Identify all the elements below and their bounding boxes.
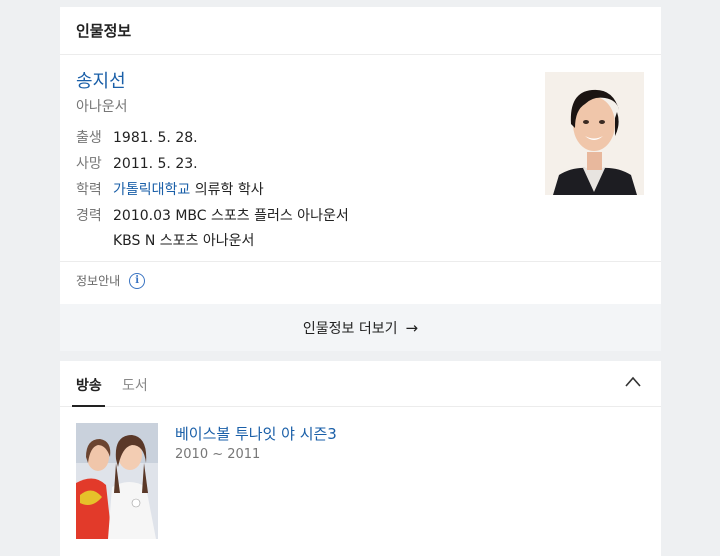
card-title: 인물정보 xyxy=(60,7,661,55)
career-label: 경력 xyxy=(76,208,102,224)
more-profile-button[interactable]: 인물정보 더보기 → xyxy=(60,304,661,351)
profile-card: 인물정보 송지선 아나운서 출생 1981. 5. 28. 사망 2011. 5… xyxy=(60,7,661,351)
works-tabs: 방송 도서 xyxy=(60,361,661,407)
info-notice[interactable]: 정보안내 i xyxy=(76,272,146,289)
birth-label: 출생 xyxy=(76,130,102,146)
education-row: 학력 가톨릭대학교 의류학 학사 xyxy=(76,178,264,203)
program-thumbnail[interactable] xyxy=(76,423,158,539)
arrow-right-icon: → xyxy=(405,318,419,337)
birth-value: 1981. 5. 28. xyxy=(113,130,198,146)
profile-photo-image xyxy=(545,72,644,195)
info-notice-label: 정보안내 xyxy=(76,274,121,288)
more-profile-label: 인물정보 더보기 xyxy=(302,320,398,337)
profile-photo[interactable] xyxy=(545,72,644,195)
program-thumbnail-image xyxy=(76,423,158,539)
active-tab-indicator xyxy=(72,405,105,407)
death-row: 사망 2011. 5. 23. xyxy=(76,152,198,177)
death-value: 2011. 5. 23. xyxy=(113,156,198,172)
person-occupation: 아나운서 xyxy=(76,99,128,115)
education-detail: 의류학 학사 xyxy=(190,182,264,198)
career-value: 2010.03 MBC 스포츠 플러스 아나운서 KBS N 스포츠 아나운서 xyxy=(113,204,349,254)
school-link[interactable]: 가톨릭대학교 xyxy=(113,182,190,198)
education-label: 학력 xyxy=(76,182,102,198)
career-line-2: KBS N 스포츠 아나운서 xyxy=(113,233,255,249)
career-row: 경력 2010.03 MBC 스포츠 플러스 아나운서 KBS N 스포츠 아나… xyxy=(76,204,349,254)
death-label: 사망 xyxy=(76,156,102,172)
works-card: 방송 도서 베이스볼 투나잇 야 시즌3 2010 ~ 2011 xyxy=(60,361,661,556)
chevron-up-icon[interactable] xyxy=(625,376,641,388)
tab-books[interactable]: 도서 xyxy=(122,375,148,395)
divider xyxy=(60,261,661,262)
education-value: 가톨릭대학교 의류학 학사 xyxy=(113,178,264,203)
person-name[interactable]: 송지선 xyxy=(76,67,126,93)
career-line-1: 2010.03 MBC 스포츠 플러스 아나운서 xyxy=(113,208,349,224)
program-title[interactable]: 베이스볼 투나잇 야 시즌3 xyxy=(175,423,337,444)
birth-row: 출생 1981. 5. 28. xyxy=(76,126,198,151)
info-circle-icon[interactable]: i xyxy=(129,272,146,289)
program-period: 2010 ~ 2011 xyxy=(175,447,261,462)
tab-broadcast[interactable]: 방송 xyxy=(76,375,102,395)
